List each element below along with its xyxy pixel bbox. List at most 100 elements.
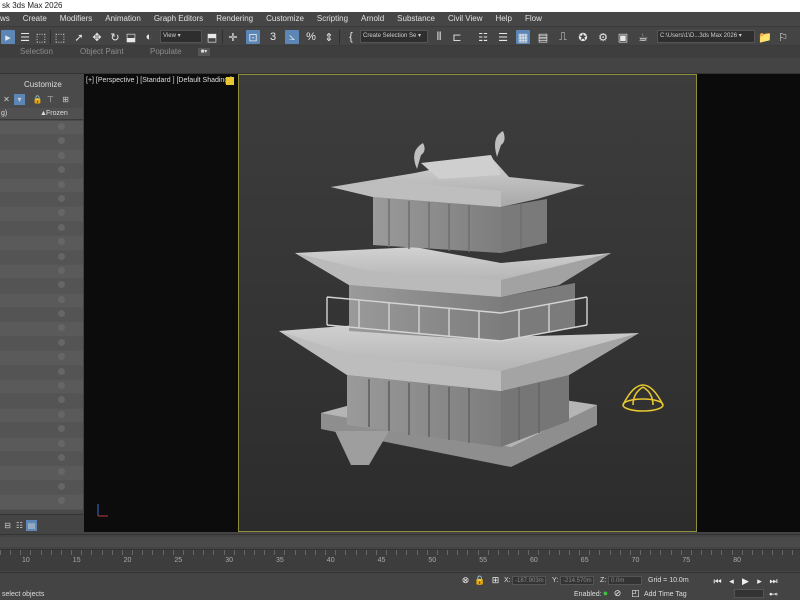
list-item[interactable] <box>0 480 83 496</box>
frozen-toggle-icon[interactable] <box>58 482 65 490</box>
list-item[interactable] <box>0 279 83 294</box>
isolate-icon[interactable]: ⊗ <box>460 575 471 586</box>
list-item[interactable] <box>0 365 83 381</box>
menu-modifiers[interactable]: Modifiers <box>56 12 101 26</box>
viewport-label[interactable]: [+] [Perspective ] [Standard ] [Default … <box>86 76 232 86</box>
list-item[interactable] <box>0 466 83 481</box>
frozen-toggle-icon[interactable] <box>58 439 65 447</box>
frozen-toggle-icon[interactable] <box>58 238 65 246</box>
project-path-field[interactable]: C:\Users\1\D...3ds Max 2026 ▾ <box>657 30 755 43</box>
rendered-frame-window-icon[interactable]: ▣ <box>616 30 630 44</box>
menu-rendering[interactable]: Rendering <box>212 12 262 26</box>
hierarchy-mode-icon[interactable]: ▤ <box>26 520 37 531</box>
layer-icon[interactable]: ⊞ <box>60 94 71 105</box>
frozen-toggle-icon[interactable] <box>58 123 65 130</box>
add-time-tag-label[interactable]: Add Time Tag <box>644 591 687 598</box>
list-item[interactable] <box>0 164 83 179</box>
material-editor-icon[interactable]: ✪ <box>576 30 590 44</box>
spinner-snap-icon[interactable]: ⇕ <box>322 30 336 44</box>
menu-scripting[interactable]: Scripting <box>313 12 357 26</box>
frozen-toggle-icon[interactable] <box>58 295 65 303</box>
time-slider[interactable] <box>0 537 800 547</box>
list-item[interactable] <box>0 178 83 193</box>
percent-snap-icon[interactable]: % <box>304 30 318 44</box>
menu-substance[interactable]: Substance <box>393 12 444 26</box>
frozen-toggle-icon[interactable] <box>58 209 65 217</box>
list-item[interactable] <box>0 408 83 424</box>
menu-animation[interactable]: Animation <box>101 12 150 26</box>
list-item[interactable] <box>0 192 83 208</box>
mirror-icon[interactable]: ⫴ <box>432 30 446 44</box>
frozen-toggle-icon[interactable] <box>58 410 65 418</box>
pivot-center-icon[interactable]: ⬒ <box>205 30 219 44</box>
frozen-toggle-icon[interactable] <box>58 310 65 318</box>
display-mode-icon[interactable]: ⊟ <box>2 520 13 531</box>
list-item[interactable] <box>0 293 83 309</box>
menu-create[interactable]: Create <box>19 12 56 26</box>
list-item[interactable] <box>0 207 83 222</box>
frozen-toggle-icon[interactable] <box>58 382 65 390</box>
named-selection-set-dropdown[interactable]: Create Selection Se ▾ <box>360 30 428 43</box>
list-item[interactable] <box>0 264 83 280</box>
list-item[interactable] <box>0 451 83 467</box>
select-manipulate-icon[interactable]: ✛ <box>226 30 240 44</box>
play-icon[interactable]: ▶ <box>740 576 751 587</box>
frozen-toggle-icon[interactable] <box>58 252 65 260</box>
list-item[interactable] <box>0 423 83 438</box>
render-production-icon[interactable]: ☕ <box>636 30 650 44</box>
list-item[interactable] <box>0 250 83 265</box>
list-item[interactable] <box>0 351 83 366</box>
menu-help[interactable]: Help <box>492 12 521 26</box>
toggle-scene-explorer-icon[interactable]: ☷ <box>476 30 490 44</box>
lock-icon[interactable]: 🔒 <box>32 94 43 105</box>
menu-graph-editors[interactable]: Graph Editors <box>150 12 212 26</box>
align-icon[interactable]: ⊏ <box>450 30 464 44</box>
key-mode-icon[interactable]: ⊷ <box>768 589 779 600</box>
frozen-toggle-icon[interactable] <box>58 194 65 202</box>
toggle-layer-explorer-icon[interactable]: ☰ <box>496 30 510 44</box>
frozen-toggle-icon[interactable] <box>58 324 65 332</box>
list-item[interactable] <box>0 394 83 409</box>
time-tag-lock-icon[interactable]: ⊘ <box>612 588 623 599</box>
workspace-icon[interactable]: ⚐ <box>776 30 790 44</box>
list-item[interactable] <box>0 495 83 510</box>
menu-flow[interactable]: Flow <box>521 12 551 26</box>
frozen-toggle-icon[interactable] <box>58 180 65 188</box>
column-frozen[interactable]: Frozen <box>46 108 68 120</box>
previous-frame-icon[interactable]: ◂ <box>726 576 737 587</box>
keyboard-shortcut-toggle-icon[interactable]: ⊡ <box>246 30 260 44</box>
frozen-toggle-icon[interactable] <box>58 353 65 361</box>
frozen-toggle-icon[interactable] <box>58 281 65 289</box>
frozen-toggle-icon[interactable] <box>58 223 65 231</box>
menu-civil-view[interactable]: Civil View <box>444 12 492 26</box>
list-item[interactable] <box>0 149 83 165</box>
viewport-left[interactable] <box>84 74 239 532</box>
selection-lock-icon[interactable]: 🔒 <box>474 575 485 586</box>
filter-icon[interactable]: ▾ <box>14 94 25 105</box>
frozen-toggle-icon[interactable] <box>58 137 65 145</box>
list-item[interactable] <box>0 437 83 452</box>
list-item[interactable] <box>0 380 83 395</box>
window-crossing-icon[interactable]: ⬚ <box>53 30 67 44</box>
rotate-icon[interactable]: ↻ <box>108 30 122 44</box>
layer-mode-icon[interactable]: ☷ <box>14 520 25 531</box>
frozen-toggle-icon[interactable] <box>58 497 65 505</box>
frozen-toggle-icon[interactable] <box>58 425 65 433</box>
track-bar[interactable]: 10 15 20 25 30 35 40 45 50 55 60 65 70 75 80 <box>0 549 800 571</box>
ribbon-tab-selection[interactable]: Selection <box>20 46 53 58</box>
frozen-toggle-icon[interactable] <box>58 453 65 461</box>
viewport-perspective[interactable] <box>238 74 697 532</box>
frozen-toggle-icon[interactable] <box>58 468 65 476</box>
menu-customize[interactable]: Customize <box>262 12 313 26</box>
edit-named-selection-icon[interactable]: { <box>344 30 358 44</box>
place-icon[interactable]: ◐ <box>142 30 156 44</box>
scene-explorer-customize[interactable]: Customize <box>0 78 83 92</box>
list-item[interactable] <box>0 236 83 251</box>
x-coordinate-field[interactable]: -187.903m <box>512 576 546 585</box>
close-icon[interactable]: ✕ <box>1 94 12 105</box>
select-object-icon[interactable]: ▸ <box>1 30 15 44</box>
frozen-toggle-icon[interactable] <box>58 338 65 346</box>
add-time-tag-icon[interactable]: ◰ <box>630 588 641 599</box>
frozen-toggle-icon[interactable] <box>58 367 65 375</box>
frozen-toggle-icon[interactable] <box>58 396 65 404</box>
